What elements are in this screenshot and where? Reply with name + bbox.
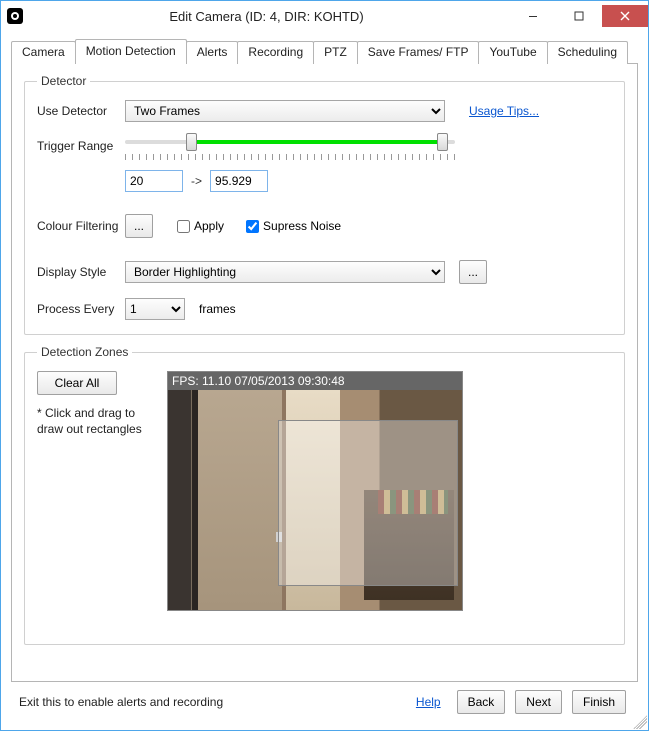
app-icon bbox=[7, 8, 23, 24]
tab-panel: Detector Use Detector Two Frames Usage T… bbox=[11, 63, 638, 682]
frames-label: frames bbox=[199, 302, 236, 316]
process-every-select[interactable]: 1 bbox=[125, 298, 185, 320]
arrow-label: -> bbox=[191, 174, 202, 188]
trigger-low-input[interactable] bbox=[125, 170, 183, 192]
tab-alerts[interactable]: Alerts bbox=[186, 41, 239, 64]
tab-scheduling[interactable]: Scheduling bbox=[547, 41, 628, 64]
back-button[interactable]: Back bbox=[457, 690, 506, 714]
next-button[interactable]: Next bbox=[515, 690, 562, 714]
tab-ptz[interactable]: PTZ bbox=[313, 41, 358, 64]
footer-message: Exit this to enable alerts and recording bbox=[19, 695, 406, 709]
detection-zones-group: Detection Zones Clear All * Click and dr… bbox=[24, 345, 625, 645]
finish-button[interactable]: Finish bbox=[572, 690, 626, 714]
help-link[interactable]: Help bbox=[416, 695, 441, 709]
tab-camera[interactable]: Camera bbox=[11, 41, 76, 64]
resize-grip[interactable] bbox=[633, 715, 647, 729]
trigger-high-input[interactable] bbox=[210, 170, 268, 192]
footer: Exit this to enable alerts and recording… bbox=[11, 682, 638, 722]
tab-strip: Camera Motion Detection Alerts Recording… bbox=[11, 39, 638, 64]
use-detector-label: Use Detector bbox=[37, 104, 125, 118]
tab-motion-detection[interactable]: Motion Detection bbox=[75, 39, 187, 64]
supress-checkbox[interactable] bbox=[246, 220, 259, 233]
process-every-label: Process Every bbox=[37, 302, 125, 316]
close-button[interactable] bbox=[602, 5, 648, 27]
tab-save-frames[interactable]: Save Frames/ FTP bbox=[357, 41, 480, 64]
detector-legend: Detector bbox=[37, 74, 90, 88]
clear-all-button[interactable]: Clear All bbox=[37, 371, 117, 395]
colour-filtering-label: Colour Filtering bbox=[37, 219, 125, 233]
detection-zones-legend: Detection Zones bbox=[37, 345, 132, 359]
minimize-button[interactable] bbox=[510, 5, 556, 27]
maximize-button[interactable] bbox=[556, 5, 602, 27]
supress-label: Supress Noise bbox=[263, 219, 341, 233]
display-style-label: Display Style bbox=[37, 265, 125, 279]
use-detector-select[interactable]: Two Frames bbox=[125, 100, 445, 122]
detector-group: Detector Use Detector Two Frames Usage T… bbox=[24, 74, 625, 335]
window-title: Edit Camera (ID: 4, DIR: KOHTD) bbox=[23, 9, 510, 24]
slider-thumb-high[interactable] bbox=[437, 133, 448, 151]
slider-thumb-low[interactable] bbox=[186, 133, 197, 151]
preview-overlay-text: FPS: 11.10 07/05/2013 09:30:48 bbox=[168, 372, 462, 390]
colour-filtering-button[interactable]: ... bbox=[125, 214, 153, 238]
zones-hint: * Click and drag to draw out rectangles bbox=[37, 405, 155, 437]
apply-checkbox-wrap[interactable]: Apply bbox=[173, 217, 224, 236]
usage-tips-link[interactable]: Usage Tips... bbox=[469, 104, 539, 118]
trigger-range-label: Trigger Range bbox=[37, 139, 125, 153]
display-style-select[interactable]: Border Highlighting bbox=[125, 261, 445, 283]
tab-recording[interactable]: Recording bbox=[237, 41, 314, 64]
apply-label: Apply bbox=[194, 219, 224, 233]
supress-checkbox-wrap[interactable]: Supress Noise bbox=[242, 217, 341, 236]
display-style-options-button[interactable]: ... bbox=[459, 260, 487, 284]
titlebar: Edit Camera (ID: 4, DIR: KOHTD) bbox=[1, 1, 648, 31]
camera-preview[interactable]: FPS: 11.10 07/05/2013 09:30:48 bbox=[167, 371, 463, 611]
apply-checkbox[interactable] bbox=[177, 220, 190, 233]
detection-zone-rect[interactable] bbox=[278, 420, 458, 586]
trigger-range-slider[interactable] bbox=[125, 136, 455, 156]
tab-youtube[interactable]: YouTube bbox=[478, 41, 547, 64]
